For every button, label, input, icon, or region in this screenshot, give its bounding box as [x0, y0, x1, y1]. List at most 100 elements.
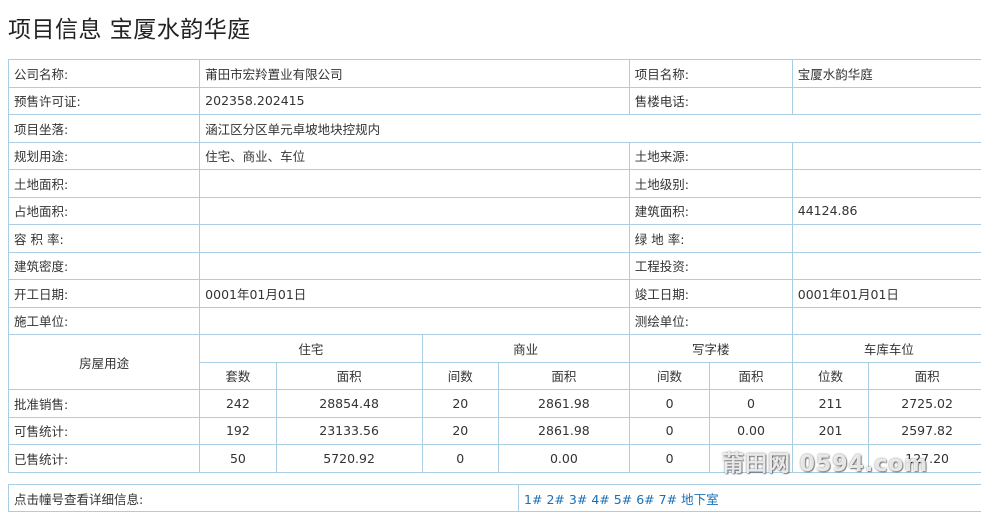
cell: 2861.98: [498, 389, 630, 418]
phone-label: 售楼电话:: [628, 86, 793, 115]
project-info-table: 公司名称: 莆田市宏羚置业有限公司 项目名称: 宝厦水韵华庭 预售许可证: 20…: [7, 59, 981, 473]
table-row: 项目坐落: 涵江区分区单元卓坡地块控规内: [7, 114, 981, 143]
row-label: 可售统计:: [7, 416, 201, 445]
table-row: 公司名称: 莆田市宏羚置业有限公司 项目名称: 宝厦水韵华庭: [7, 59, 981, 88]
green-value: [791, 224, 981, 253]
invest-value: [791, 251, 981, 280]
row-label: 已售统计:: [7, 444, 201, 473]
finish-label: 竣工日期:: [628, 279, 793, 308]
row-label: 批准销售:: [7, 389, 201, 418]
table-row: 建筑密度: 工程投资:: [7, 251, 981, 280]
group-residential: 住宅: [199, 334, 423, 363]
builder-label: 施工单位:: [7, 306, 201, 335]
invest-label: 工程投资:: [628, 251, 793, 280]
cell: 20: [421, 389, 500, 418]
cell: 2861.98: [498, 416, 630, 445]
cell: 211: [791, 389, 870, 418]
build-area-label: 建筑面积:: [628, 196, 793, 225]
finish-value: 0001年01月01日: [791, 279, 981, 308]
cell: 0: [628, 444, 711, 473]
building-link-basement[interactable]: 地下室: [681, 492, 719, 507]
project-value: 宝厦水韵华庭: [791, 59, 981, 88]
cell: 201: [791, 416, 870, 445]
cell: 50: [199, 444, 277, 473]
cell: 0: [421, 444, 500, 473]
green-label: 绿 地 率:: [628, 224, 793, 253]
cell: 0.00: [498, 444, 630, 473]
table-row: 房屋用途 住宅 商业 写字楼 车库车位: [7, 334, 981, 390]
cell: 0: [628, 389, 711, 418]
group-parking: 车库车位: [791, 334, 981, 363]
far-label: 容 积 率:: [7, 224, 201, 253]
location-value: 涵江区分区单元卓坡地块控规内: [199, 114, 981, 143]
permit-value: 202358.202415: [199, 86, 630, 115]
building-links: 1# 2# 3# 4# 5# 6# 7# 地下室: [518, 484, 981, 512]
cell: 2597.82: [868, 416, 981, 445]
building-links-table: 点击幢号查看详细信息: 1# 2# 3# 4# 5# 6# 7# 地下室: [8, 484, 981, 512]
table-row: 点击幢号查看详细信息: 1# 2# 3# 4# 5# 6# 7# 地下室: [8, 484, 981, 512]
builder-value: [199, 306, 630, 335]
surveyor-label: 测绘单位:: [628, 306, 793, 335]
building-link-4[interactable]: 4#: [591, 492, 609, 507]
start-value: 0001年01月01日: [199, 279, 630, 308]
company-label: 公司名称:: [7, 59, 201, 88]
phone-value: [791, 86, 981, 115]
cell: 20: [421, 416, 500, 445]
land-source-value: [791, 141, 981, 170]
project-label: 项目名称:: [628, 59, 793, 88]
cell: 242: [199, 389, 277, 418]
building-link-1[interactable]: 1#: [524, 492, 542, 507]
surveyor-value: [791, 306, 981, 335]
sub-header: 套数: [199, 361, 277, 390]
sub-header: 面积: [709, 361, 793, 390]
building-link-5[interactable]: 5#: [614, 492, 632, 507]
sub-header: 位数: [791, 361, 870, 390]
table-row: 占地面积: 建筑面积: 44124.86: [7, 196, 981, 225]
cell: 0: [628, 416, 711, 445]
company-value: 莆田市宏羚置业有限公司: [199, 59, 630, 88]
cell: 0.00: [709, 416, 793, 445]
occupy-area-value: [199, 196, 630, 225]
usage-value: 住宅、商业、车位: [199, 141, 630, 170]
permit-label: 预售许可证:: [7, 86, 201, 115]
building-link-6[interactable]: 6#: [636, 492, 654, 507]
land-source-label: 土地来源:: [628, 141, 793, 170]
table-row: 施工单位: 测绘单位:: [7, 306, 981, 335]
table-row: 可售统计: 192 23133.56 20 2861.98 0 0.00 201…: [7, 416, 981, 445]
table-row: 规划用途: 住宅、商业、车位 土地来源:: [7, 141, 981, 170]
table-row: 土地面积: 土地级别:: [7, 169, 981, 198]
land-area-label: 土地面积:: [7, 169, 201, 198]
density-label: 建筑密度:: [7, 251, 201, 280]
usage-header: 房屋用途: [7, 334, 201, 390]
cell: 2725.02: [868, 389, 981, 418]
cell: 23133.56: [275, 416, 423, 445]
table-row: 批准销售: 242 28854.48 20 2861.98 0 0 211 27…: [7, 389, 981, 418]
building-link-2[interactable]: 2#: [546, 492, 564, 507]
page-title: 项目信息 宝厦水韵华庭: [8, 17, 251, 43]
group-office: 写字楼: [628, 334, 793, 363]
links-label: 点击幢号查看详细信息:: [8, 484, 519, 512]
sub-header: 间数: [628, 361, 711, 390]
location-label: 项目坐落:: [7, 114, 201, 143]
building-link-3[interactable]: 3#: [569, 492, 587, 507]
land-grade-value: [791, 169, 981, 198]
sub-header: 间数: [421, 361, 500, 390]
start-label: 开工日期:: [7, 279, 201, 308]
occupy-area-label: 占地面积:: [7, 196, 201, 225]
build-area-value: 44124.86: [791, 196, 981, 225]
density-value: [199, 251, 630, 280]
sub-header: 面积: [498, 361, 630, 390]
land-area-value: [199, 169, 630, 198]
cell: 5720.92: [275, 444, 423, 473]
sub-header: 面积: [275, 361, 423, 390]
building-link-7[interactable]: 7#: [659, 492, 677, 507]
table-row: 预售许可证: 202358.202415 售楼电话:: [7, 86, 981, 115]
cell: 0: [709, 389, 793, 418]
usage-label: 规划用途:: [7, 141, 201, 170]
cell: 28854.48: [275, 389, 423, 418]
watermark: 莆田网 0594.com: [722, 452, 929, 477]
table-row: 容 积 率: 绿 地 率:: [7, 224, 981, 253]
table-row: 开工日期: 0001年01月01日 竣工日期: 0001年01月01日: [7, 279, 981, 308]
land-grade-label: 土地级别:: [628, 169, 793, 198]
group-commercial: 商业: [421, 334, 630, 363]
